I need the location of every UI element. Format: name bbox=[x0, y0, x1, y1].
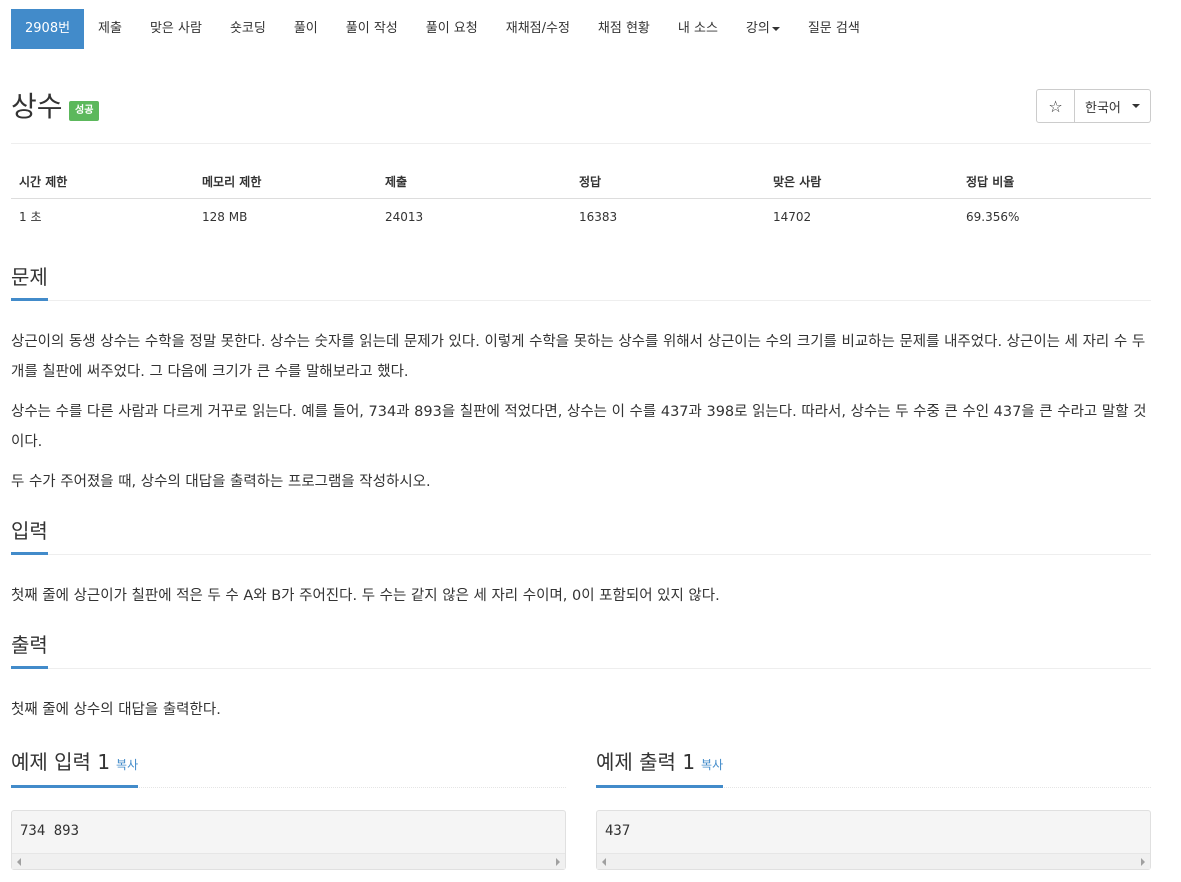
title-divider bbox=[11, 143, 1151, 144]
td-accept-ratio: 69.356% bbox=[966, 209, 1020, 224]
title-row: 상수 성공 ☆ 한국어 bbox=[11, 88, 1151, 128]
output-section-title: 출력 bbox=[11, 632, 48, 669]
scroll-left-arrow-icon[interactable] bbox=[17, 858, 21, 866]
problem-info-table: 시간 제한 메모리 제한 제출 정답 맞은 사람 정답 비율 1 초 128 M… bbox=[11, 165, 1151, 235]
td-memory-limit: 128 MB bbox=[202, 209, 248, 224]
td-submissions: 24013 bbox=[385, 209, 424, 224]
td-accepted-users: 14702 bbox=[773, 209, 812, 224]
problem-section-header: 문제 bbox=[11, 264, 1151, 301]
nav-problem-number[interactable]: 2908번 bbox=[11, 9, 85, 49]
caret-down-icon bbox=[1132, 104, 1140, 108]
th-accepted-users: 맞은 사람 bbox=[765, 165, 958, 199]
sample-input-title-wrap: 예제 입력 1 복사 bbox=[11, 749, 139, 788]
sample-input-title: 예제 입력 1 bbox=[11, 750, 111, 774]
td-time-limit: 1 초 bbox=[19, 210, 42, 225]
page-title: 상수 bbox=[11, 90, 63, 123]
nav-request-solution[interactable]: 풀이 요청 bbox=[412, 9, 492, 49]
caret-down-icon bbox=[771, 26, 780, 31]
nav-submit[interactable]: 제출 bbox=[84, 9, 136, 49]
problem-paragraph-2: 상수는 수를 다른 사람과 다르게 거꾸로 읽는다. 예를 들어, 734과 8… bbox=[11, 404, 1147, 450]
nav-lecture-label: 강의 bbox=[745, 21, 770, 36]
favorite-button[interactable]: ☆ bbox=[1036, 89, 1075, 123]
th-accepted: 정답 bbox=[571, 165, 765, 199]
problem-paragraph-3: 두 수가 주어졌을 때, 상수의 대답을 출력하는 프로그램을 작성하시오. bbox=[11, 474, 431, 490]
sample-output-header: 예제 출력 1 복사 bbox=[596, 749, 1151, 788]
sample-input-content: 734 893 bbox=[20, 823, 80, 839]
th-submissions: 제출 bbox=[377, 165, 571, 199]
title-button-group: ☆ 한국어 bbox=[1036, 89, 1151, 123]
nav-solutions[interactable]: 풀이 bbox=[280, 9, 332, 49]
nav-question-search[interactable]: 질문 검색 bbox=[794, 9, 874, 49]
td-accepted: 16383 bbox=[579, 209, 618, 224]
nav-short-coding[interactable]: 숏코딩 bbox=[216, 9, 280, 49]
sample-input-box: 734 893 bbox=[11, 810, 566, 870]
nav-lecture-dropdown[interactable]: 강의 bbox=[732, 9, 794, 49]
nav-accepted-users[interactable]: 맞은 사람 bbox=[136, 9, 216, 49]
copy-sample-output-link[interactable]: 복사 bbox=[701, 758, 723, 772]
sample-output-content: 437 bbox=[605, 823, 631, 839]
scroll-right-arrow-icon[interactable] bbox=[556, 858, 560, 866]
copy-sample-input-link[interactable]: 복사 bbox=[116, 758, 138, 772]
scroll-right-arrow-icon[interactable] bbox=[1141, 858, 1145, 866]
language-label: 한국어 bbox=[1085, 100, 1121, 116]
sample-output-title: 예제 출력 1 bbox=[596, 750, 696, 774]
sample-output-box: 437 bbox=[596, 810, 1151, 870]
nav-judge-status[interactable]: 채점 현황 bbox=[584, 9, 664, 49]
sample-input-scrollbar[interactable] bbox=[12, 853, 565, 869]
sample-output-title-wrap: 예제 출력 1 복사 bbox=[596, 749, 724, 788]
sample-input-header: 예제 입력 1 복사 bbox=[11, 749, 566, 788]
nav-my-source[interactable]: 내 소스 bbox=[664, 9, 732, 49]
problem-nav: 2908번 제출 맞은 사람 숏코딩 풀이 풀이 작성 풀이 요청 재채점/수정… bbox=[11, 9, 874, 49]
th-time-limit: 시간 제한 bbox=[11, 165, 194, 199]
th-accept-ratio: 정답 비율 bbox=[958, 165, 1151, 199]
sample-output-scrollbar[interactable] bbox=[597, 853, 1150, 869]
output-section-header: 출력 bbox=[11, 632, 1151, 669]
star-outline-icon: ☆ bbox=[1048, 96, 1063, 116]
input-section-title: 입력 bbox=[11, 518, 48, 555]
problem-paragraph-1: 상근이의 동생 상수는 수학을 정말 못한다. 상수는 숫자를 읽는데 문제가 … bbox=[11, 334, 1146, 380]
output-description: 첫째 줄에 상수의 대답을 출력한다. bbox=[11, 702, 221, 718]
input-description: 첫째 줄에 상근이가 칠판에 적은 두 수 A와 B가 주어진다. 두 수는 같… bbox=[11, 588, 720, 604]
status-badge: 성공 bbox=[69, 101, 100, 121]
scroll-left-arrow-icon[interactable] bbox=[602, 858, 606, 866]
nav-rejudge[interactable]: 재채점/수정 bbox=[492, 9, 584, 49]
table-header-row: 시간 제한 메모리 제한 제출 정답 맞은 사람 정답 비율 bbox=[11, 165, 1151, 199]
table-row: 1 초 128 MB 24013 16383 14702 69.356% bbox=[11, 199, 1151, 235]
problem-section-title: 문제 bbox=[11, 264, 48, 301]
nav-write-solution[interactable]: 풀이 작성 bbox=[332, 9, 412, 49]
input-section-header: 입력 bbox=[11, 518, 1151, 555]
problem-page: 2908번 제출 맞은 사람 숏코딩 풀이 풀이 작성 풀이 요청 재채점/수정… bbox=[0, 0, 1181, 882]
th-memory-limit: 메모리 제한 bbox=[194, 165, 377, 199]
language-select[interactable]: 한국어 bbox=[1075, 89, 1151, 123]
